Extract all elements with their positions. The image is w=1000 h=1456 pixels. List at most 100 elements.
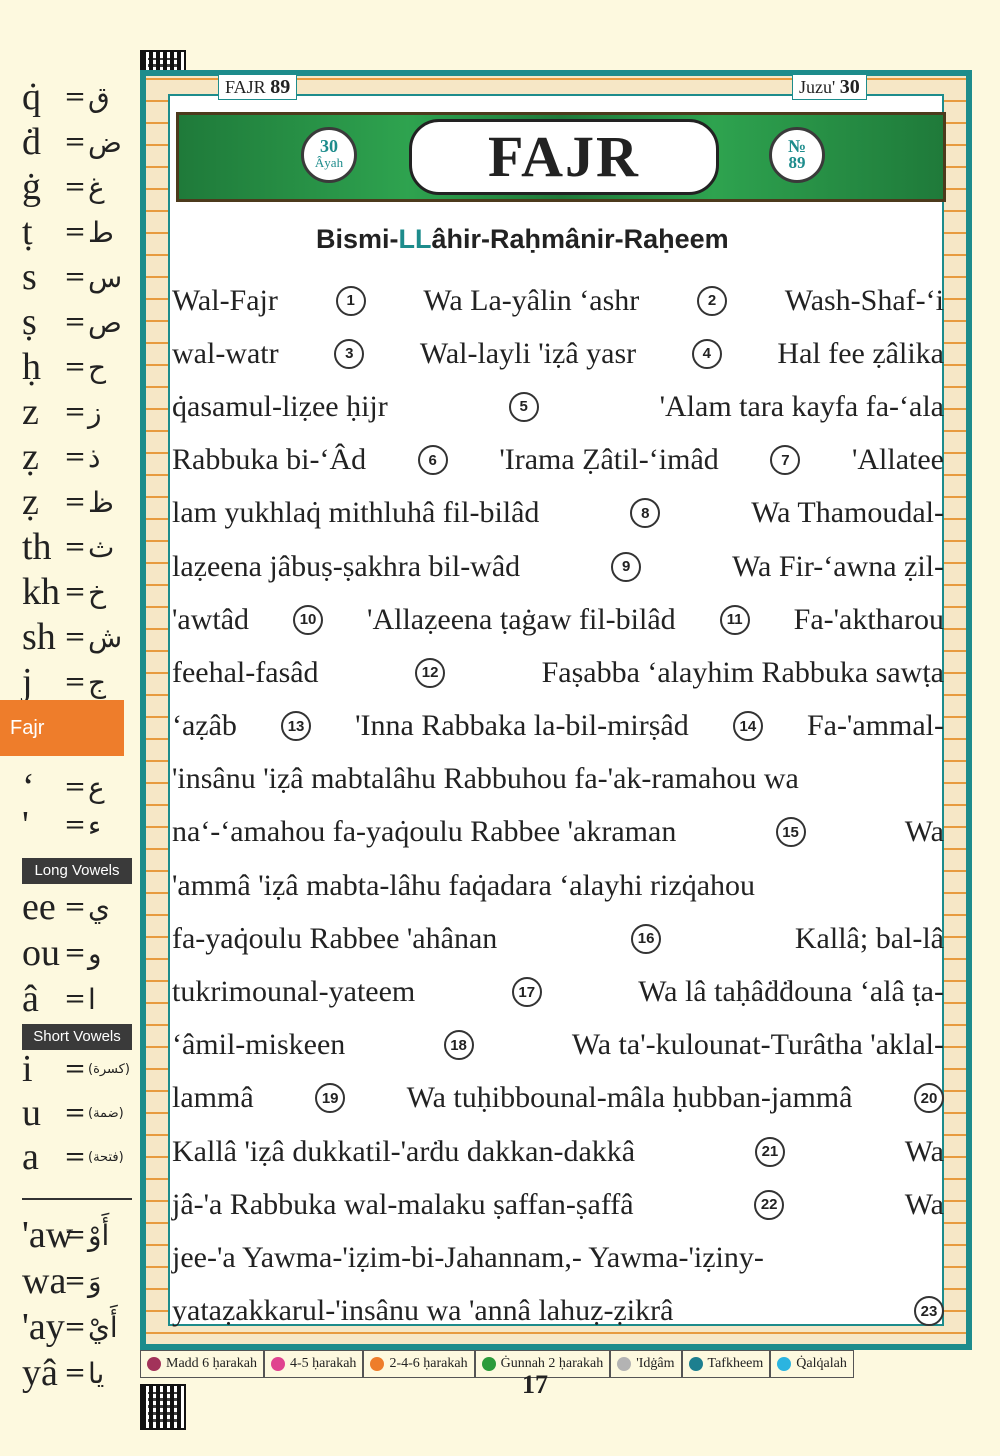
bismillah-part: âhir- [431,224,491,254]
text-line: wal-watr 3 Wal-layli 'iẓâ yasr 4 Hal fee ẓâl… [172,327,944,380]
key-row: ġ = غ [22,164,140,210]
key-row: wa = وَ [22,1258,140,1304]
equals-sign: = [64,1358,86,1388]
key-arabic: ط [88,215,114,249]
page-number: 17 [522,1370,548,1399]
ayah-number-marker: 4 [691,338,722,369]
key-row: â = ا [22,976,140,1022]
text-line: lammâ 19 Wa tuḥibbounal-mâla ḥubban-jammâ 2… [172,1072,944,1125]
key-row: a = (فتحة) [22,1134,140,1180]
key-arabic: غ [88,170,105,204]
key-latin: i [22,1048,33,1090]
equals-sign: = [64,1312,86,1342]
key-arabic: (ضمة) [88,1105,124,1121]
short-vowels-label: Short Vowels [22,1024,132,1050]
key-row: i = (كسرة) [22,1046,140,1092]
legend-color-dot [617,1357,632,1371]
surah-tab[interactable]: Fajr [0,700,124,756]
key-arabic: س [88,260,123,294]
ayah-number-marker: 10 [293,604,324,635]
key-arabic: ص [88,305,122,339]
verse-text: Wa Thamoudal- [751,496,944,530]
equals-sign: = [64,397,86,427]
key-row: ṭ = ط [22,209,140,255]
key-latin: a [22,1136,39,1178]
key-latin: ee [22,886,56,928]
legend-item: 'Idġâm [610,1350,682,1378]
key-row: 'ay = أَيْ [22,1304,140,1350]
legend-item: Tafkheem [681,1350,771,1378]
equals-sign: = [64,938,86,968]
surah-number: 89 [270,76,291,98]
text-line: lam yukhlaq̇ mithluhâ fil-bilâd 8 Wa Thamo… [172,487,944,540]
ayah-number-marker: 8 [630,498,661,529]
key-latin: z [22,391,39,433]
legend-label: Madd 6 ḥarakah [166,1356,257,1371]
verse-text: Kallâ; bal-lâ [794,921,944,955]
ayah-count-medallion: 30 Âyah [301,127,357,183]
legend-label: Q̇alq̇alah [796,1356,847,1371]
bismillah: Bismi-LLâhir-Raḥmânir-Raḥeem [316,224,816,255]
equals-sign: = [64,622,86,652]
surah-banner: 30 Âyah FAJR № 89 [176,112,946,202]
ayah-number-marker: 16 [631,923,662,954]
text-line: 'ammâ 'iẓâ mabta-lâhu faq̇adara ‘alayhi … [172,859,944,912]
equals-sign: = [64,172,86,202]
key-row: ṣ = ص [22,299,140,345]
text-line: fa-yaq̇oulu Rabbee 'ahânan 16 Kallâ; bal-l… [172,912,944,965]
key-arabic: (كسرة) [88,1061,130,1077]
surah-title: FAJR [488,124,640,189]
verse-text: Wash-Shaf-‘i [784,283,944,317]
key-row: ee = ي [22,884,140,930]
text-line: Kallâ 'iẓâ dukkatil-'arḋu dakkan-dakkâ 21… [172,1125,944,1178]
equals-sign: = [64,772,86,802]
ayah-number-marker: 14 [732,711,763,742]
key-latin: ẓ [22,481,39,523]
legend-label: 4-5 ḥarakah [289,1356,357,1371]
key-latin: th [22,526,52,568]
equals-sign: = [64,442,86,472]
key-latin: j [22,661,33,703]
equals-sign: = [64,82,86,112]
key-latin: kh [22,571,60,613]
ayah-number-marker: 19 [315,1083,346,1114]
ayah-number-marker: 9 [611,551,642,582]
verse-text: Wa La-yâlin ‘ashr [423,283,640,317]
verse-text: Kallâ 'iẓâ dukkatil-'arḋu dakkan-dakkâ [172,1134,636,1168]
surah-number-medallion: № 89 [769,127,825,183]
key-latin: yâ [22,1352,58,1394]
key-arabic: ق [88,80,110,114]
legend-label: 'Idġâm [636,1356,675,1371]
equals-sign: = [64,984,86,1014]
legend-item: 4-5 ḥarakah [263,1350,364,1378]
key-row: kh = خ [22,569,140,615]
equals-sign: = [64,810,86,840]
equals-sign: = [64,307,86,337]
verse-text: Fa-'aktharou [793,602,944,636]
ayah-number-marker: 15 [775,817,806,848]
key-latin: 'aw [22,1214,74,1256]
ayah-number-marker: 2 [697,285,728,316]
key-arabic: (فتحة) [88,1149,124,1165]
key-arabic: و [88,936,102,970]
bismillah-part: Raḥeem [623,224,729,254]
key-row: u = (ضمة) [22,1090,140,1136]
text-line: na‘-‘amahou fa-yaq̇oulu Rabbee 'akraman 1… [172,806,944,859]
key-latin: u [22,1092,41,1134]
ayah-number-marker: 18 [443,1030,474,1061]
key-row: ẓ = ذ [22,434,140,480]
text-line: 'insânu 'iẓâ mabtalâhu Rabbuhou fa-'ak-r… [172,753,944,806]
verse-text: 'Irama Ẓâtil-‘imâd [499,443,719,477]
verse-text: 'ammâ 'iẓâ mabta-lâhu faq̇adara ‘alayhi … [172,868,756,902]
key-latin: â [22,978,39,1020]
ayah-number-marker: 1 [335,285,366,316]
verse-text: Wa lâ taḥâḋḋouna ‘alâ ṭa- [638,975,944,1009]
key-latin: q̇ [22,76,41,118]
equals-sign: = [64,1142,86,1172]
verse-text: ‘âmil-miskeen [172,1028,346,1062]
legend-color-dot [370,1357,385,1371]
key-latin: sh [22,616,56,658]
key-row: ḋ = ض [22,119,140,165]
verse-text: 'Allaẓeena ṭaġaw fil-bilâd [367,602,676,636]
equals-sign: = [64,127,86,157]
